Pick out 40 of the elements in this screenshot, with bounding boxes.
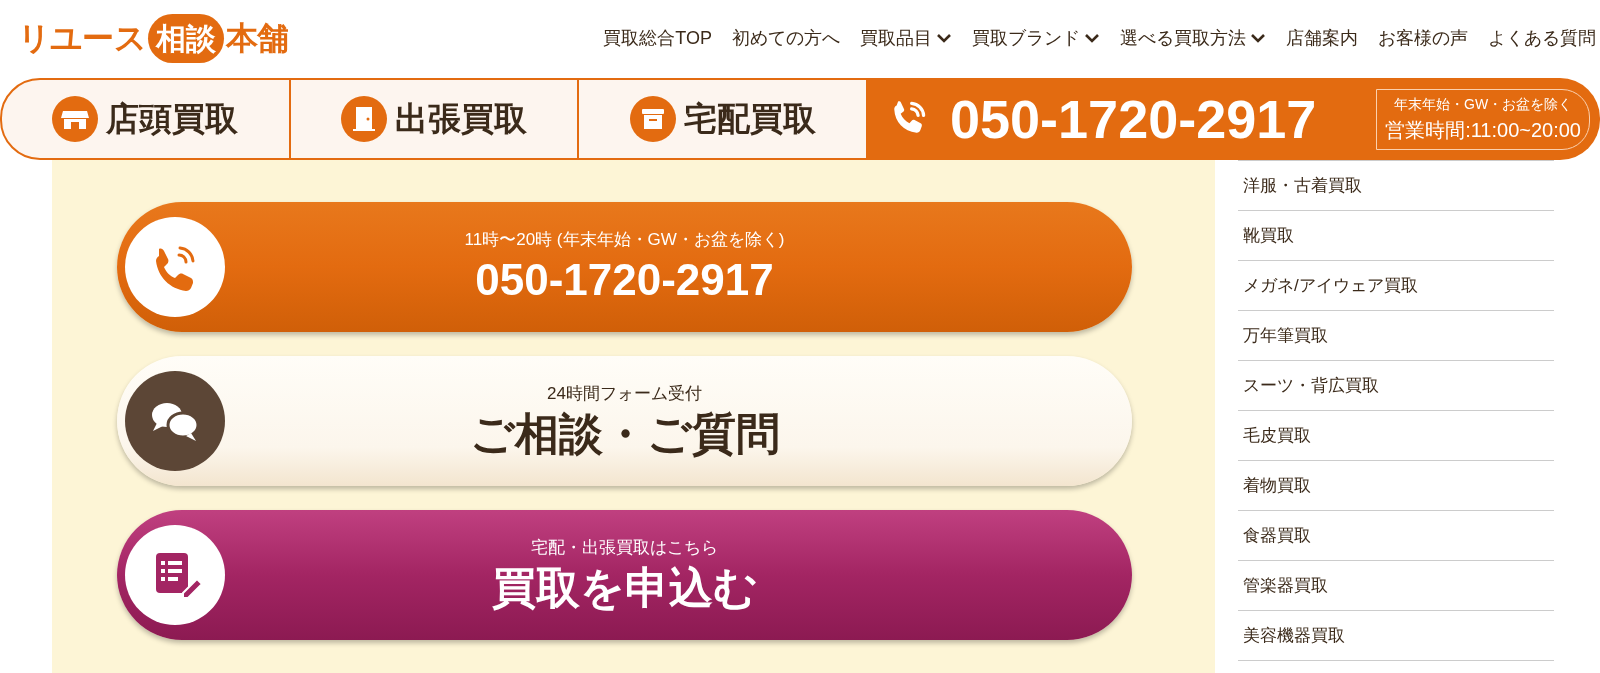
nav-link[interactable]: 初めての方へ — [732, 24, 840, 52]
nav-link[interactable]: 選べる買取方法 — [1120, 24, 1266, 52]
nav-link[interactable]: 買取ブランド — [972, 24, 1100, 52]
sidebar-link[interactable]: 美容機器買取 — [1238, 611, 1554, 661]
chevron-down-icon — [1084, 32, 1100, 44]
sidebar-link[interactable]: 管楽器買取 — [1238, 561, 1554, 611]
business-hours: 営業時間:11:00~20:00 — [1385, 117, 1581, 143]
cta-button[interactable]: 24時間フォーム受付 ご相談・ご質問 — [117, 356, 1132, 486]
button-title: 買取を申込む — [491, 562, 758, 615]
method-tab[interactable]: 出張買取 — [290, 80, 580, 158]
nav-link[interactable]: お客様の声 — [1378, 24, 1468, 52]
button-subtitle: 24時間フォーム受付 — [547, 382, 702, 405]
nav-link[interactable]: 買取総合TOP — [603, 24, 712, 52]
button-title: 050-1720-2917 — [475, 254, 774, 307]
sidebar-link[interactable]: スーツ・背広買取 — [1238, 361, 1554, 411]
form-icon — [123, 523, 227, 627]
chevron-down-icon — [1250, 32, 1266, 44]
phone-icon — [123, 215, 227, 319]
button-subtitle: 11時〜20時 (年末年始・GW・お盆を除く) — [464, 228, 785, 251]
method-tab[interactable]: 宅配買取 — [579, 80, 866, 158]
hours-note: 年末年始・GW・お盆を除く — [1394, 94, 1573, 114]
sidebar-link[interactable]: 食器買取 — [1238, 511, 1554, 561]
sidebar-link[interactable]: 万年筆買取 — [1238, 311, 1554, 361]
speech-bubbles-icon — [123, 369, 227, 473]
box-icon — [629, 96, 676, 142]
door-icon — [341, 96, 387, 142]
button-title: ご相談・ご質問 — [469, 408, 780, 461]
chevron-down-icon — [936, 32, 952, 44]
nav-link[interactable]: 店舗案内 — [1286, 24, 1358, 52]
nav-link[interactable]: よくある質問 — [1488, 24, 1596, 52]
shop-icon — [52, 96, 99, 142]
sidebar-link[interactable]: 毛皮買取 — [1238, 411, 1554, 461]
sidebar-link[interactable]: 靴買取 — [1238, 211, 1554, 261]
method-tab[interactable]: 店頭買取 — [2, 80, 291, 158]
sidebar-link[interactable]: メガネ/アイウェア買取 — [1238, 261, 1554, 311]
sidebar-link[interactable]: 洋服・古着買取 — [1238, 161, 1554, 211]
nav-link[interactable]: 買取品目 — [860, 24, 952, 52]
cta-button[interactable]: 宅配・出張買取はこちら 買取を申込む — [117, 510, 1132, 640]
button-subtitle: 宅配・出張買取はこちら — [531, 536, 718, 559]
sidebar-link[interactable]: 着物買取 — [1238, 461, 1554, 511]
